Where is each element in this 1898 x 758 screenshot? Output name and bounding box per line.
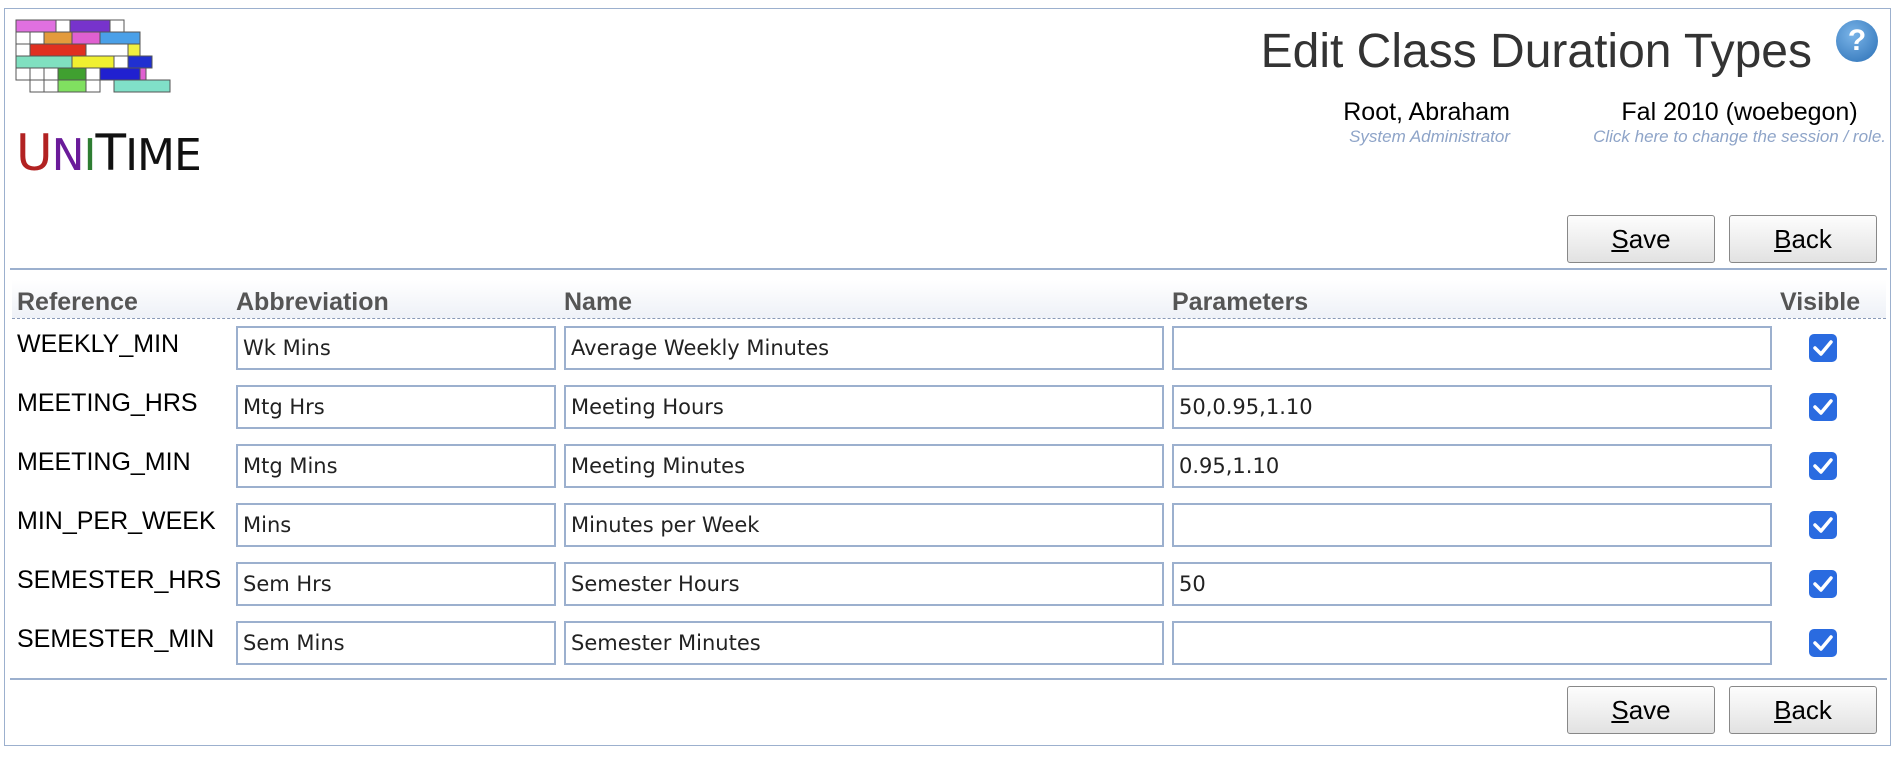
row-reference: SEMESTER_MIN xyxy=(17,625,215,653)
help-icon[interactable]: ? xyxy=(1836,20,1878,62)
visible-checkbox[interactable] xyxy=(1809,393,1837,421)
row-reference: SEMESTER_HRS xyxy=(17,566,222,594)
col-visible: Visible xyxy=(1780,288,1861,316)
session-change-hint[interactable]: Click here to change the session / role. xyxy=(1593,127,1886,147)
save-label-rest: ave xyxy=(1628,695,1671,725)
table-header: Reference Abbreviation Name Parameters V… xyxy=(12,280,1886,319)
save-label-first: S xyxy=(1611,224,1629,254)
visible-checkbox[interactable] xyxy=(1809,570,1837,598)
row-reference: MEETING_MIN xyxy=(17,448,191,476)
name-input[interactable] xyxy=(564,621,1164,665)
parameters-input[interactable] xyxy=(1172,444,1772,488)
col-abbreviation: Abbreviation xyxy=(236,288,389,316)
save-label-rest: ave xyxy=(1628,224,1671,254)
user-role: System Administrator xyxy=(1349,127,1510,146)
top-divider xyxy=(10,268,1887,270)
col-reference: Reference xyxy=(17,288,138,316)
save-button-top[interactable]: Save xyxy=(1567,215,1715,263)
save-label-first: S xyxy=(1611,695,1629,725)
name-input[interactable] xyxy=(564,326,1164,370)
visible-checkbox[interactable] xyxy=(1809,629,1837,657)
parameters-input[interactable] xyxy=(1172,562,1772,606)
back-label-first: B xyxy=(1774,695,1792,725)
visible-checkbox[interactable] xyxy=(1809,334,1837,362)
parameters-input[interactable] xyxy=(1172,385,1772,429)
parameters-input[interactable] xyxy=(1172,621,1772,665)
unitime-logo[interactable] xyxy=(14,18,174,118)
bottom-divider xyxy=(10,678,1887,680)
abbreviation-input[interactable] xyxy=(236,326,556,370)
row-reference: MIN_PER_WEEK xyxy=(17,507,216,535)
back-label-rest: ack xyxy=(1791,695,1832,725)
abbreviation-input[interactable] xyxy=(236,621,556,665)
row-reference: WEEKLY_MIN xyxy=(17,330,180,358)
back-label-rest: ack xyxy=(1791,224,1832,254)
abbreviation-input[interactable] xyxy=(236,562,556,606)
save-button-bottom[interactable]: Save xyxy=(1567,686,1715,734)
back-button-bottom[interactable]: Back xyxy=(1729,686,1877,734)
checkmark-icon xyxy=(1813,517,1833,533)
session-name: Fal 2010 (woebegon) xyxy=(1621,98,1858,126)
abbreviation-input[interactable] xyxy=(236,503,556,547)
row-reference: MEETING_HRS xyxy=(17,389,198,417)
abbreviation-input[interactable] xyxy=(236,444,556,488)
user-name: Root, Abraham xyxy=(1343,98,1510,126)
name-input[interactable] xyxy=(564,503,1164,547)
user-info[interactable]: Root, Abraham System Administrator xyxy=(1343,98,1510,147)
back-label-first: B xyxy=(1774,224,1792,254)
checkmark-icon xyxy=(1813,635,1833,651)
checkmark-icon xyxy=(1813,458,1833,474)
visible-checkbox[interactable] xyxy=(1809,452,1837,480)
abbreviation-input[interactable] xyxy=(236,385,556,429)
name-input[interactable] xyxy=(564,444,1164,488)
name-input[interactable] xyxy=(564,562,1164,606)
col-name: Name xyxy=(564,288,633,316)
session-info[interactable]: Fal 2010 (woebegon) Click here to change… xyxy=(1593,98,1886,147)
parameters-input[interactable] xyxy=(1172,326,1772,370)
checkmark-icon xyxy=(1813,576,1833,592)
visible-checkbox[interactable] xyxy=(1809,511,1837,539)
unitime-wordmark: UNITIME xyxy=(16,124,202,182)
back-button-top[interactable]: Back xyxy=(1729,215,1877,263)
page-title: Edit Class Duration Types xyxy=(1260,25,1812,78)
col-parameters: Parameters xyxy=(1172,288,1309,316)
checkmark-icon xyxy=(1813,340,1833,356)
checkmark-icon xyxy=(1813,399,1833,415)
name-input[interactable] xyxy=(564,385,1164,429)
parameters-input[interactable] xyxy=(1172,503,1772,547)
